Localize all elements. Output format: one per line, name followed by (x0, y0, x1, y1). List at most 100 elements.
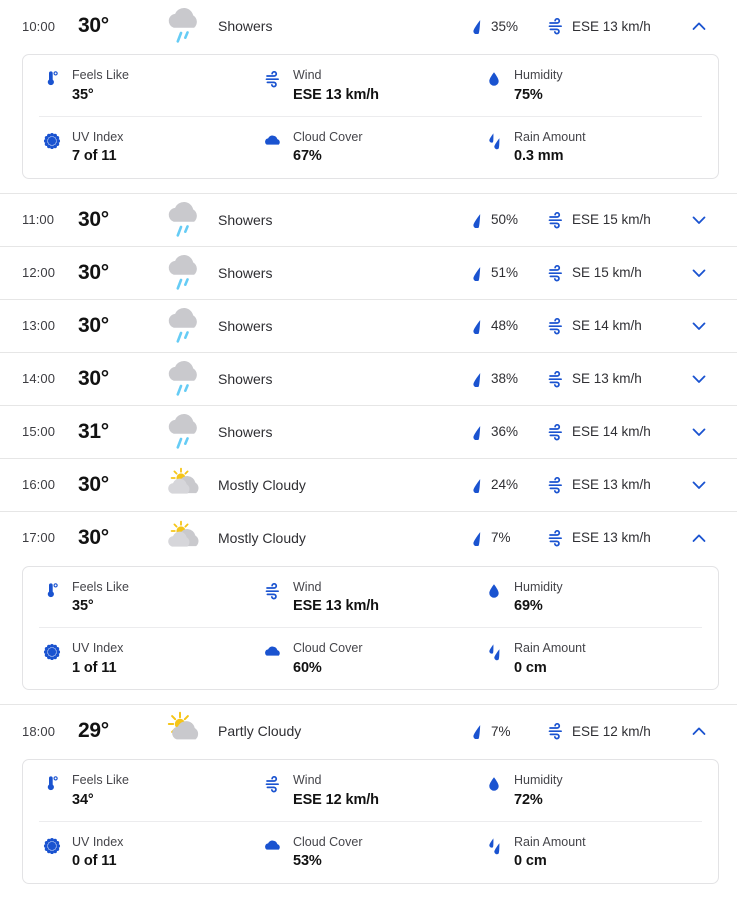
detail-rain-amount-value: 0 cm (514, 659, 547, 676)
collapse-row-button[interactable] (679, 17, 719, 35)
mostly-cloudy-icon (166, 518, 206, 558)
row-wind-value: ESE 12 km/h (572, 723, 651, 739)
wind-icon (547, 722, 565, 740)
hourly-row[interactable]: 14:00 30° Showers 38% SE 13 km/h (0, 352, 737, 405)
row-wind: ESE 14 km/h (547, 423, 679, 441)
hourly-row[interactable]: 16:00 30° Mostly Cloudy 24% ESE 13 km/h (0, 458, 737, 511)
row-condition-label: Showers (218, 317, 273, 334)
row-condition-label: Showers (218, 264, 273, 281)
mostly-cloudy-icon (166, 465, 206, 505)
row-precipitation: 38% (469, 371, 547, 387)
hourly-row[interactable]: 11:00 30° Showers 50% ESE 15 km/h (0, 193, 737, 246)
detail-rain-amount: Rain Amount 0 cm (481, 835, 702, 871)
hourly-row[interactable]: 10:00 30° Showers 35% ESE 13 km/h (0, 0, 737, 52)
hourly-row[interactable]: 18:00 29° Partly Cloudy 7% ESE 12 km/h (0, 705, 737, 757)
detail-humidity-value: 72% (514, 791, 543, 808)
chevron-down-icon (690, 317, 708, 335)
detail-row: Feels Like 34° Wind ESE 12 km/h Humidity 72% (39, 760, 702, 821)
row-wind-value: ESE 14 km/h (572, 424, 651, 439)
showers-icon (166, 359, 206, 399)
detail-feels-like-label: Feels Like (72, 68, 129, 82)
row-condition: Showers (152, 412, 469, 452)
detail-uv-index: UV Index 7 of 11 (39, 130, 260, 166)
partly-cloudy-icon (166, 711, 206, 751)
detail-humidity: Humidity 69% (481, 580, 702, 616)
chevron-down-icon (690, 211, 708, 229)
row-wind-value: SE 14 km/h (572, 318, 642, 333)
row-wind-value: SE 13 km/h (572, 371, 642, 386)
chevron-up-icon (690, 529, 708, 547)
detail-cloud-cover: Cloud Cover 53% (260, 835, 481, 871)
detail-cloud-cover-label: Cloud Cover (293, 129, 363, 144)
expand-row-button[interactable] (679, 370, 719, 388)
row-precipitation: 35% (469, 18, 547, 34)
row-precipitation: 24% (469, 477, 547, 493)
hourly-detail-card: Feels Like 35° Wind ESE 13 km/h Humidity 69% U… (22, 565, 719, 690)
detail-rain-amount-value: 0.3 mm (514, 148, 564, 165)
row-temperature: 30° (78, 472, 109, 496)
detail-wind-label: Wind (293, 579, 322, 594)
wind-icon (547, 476, 565, 494)
row-wind-value: ESE 13 km/h (572, 477, 651, 492)
row-condition: Partly Cloudy (152, 711, 469, 751)
detail-cloud-cover-label: Cloud Cover (293, 834, 363, 849)
collapse-row-button[interactable] (679, 529, 719, 547)
row-precipitation: 50% (469, 212, 547, 228)
hourly-forecast-list: 10:00 30° Showers 35% ESE 13 km/h Feels Like 3… (0, 0, 737, 898)
collapse-row-button[interactable] (679, 722, 719, 740)
row-wind: ESE 13 km/h (547, 17, 679, 35)
row-wind: SE 14 km/h (547, 317, 679, 335)
showers-icon (166, 200, 206, 240)
detail-wind-label: Wind (293, 773, 322, 787)
row-precipitation-value: 35% (491, 18, 519, 34)
hourly-row[interactable]: 15:00 31° Showers 36% ESE 14 km/h (0, 405, 737, 458)
raindrop-icon (469, 723, 485, 739)
row-condition: Showers (152, 253, 469, 293)
detail-wind-value: ESE 13 km/h (293, 86, 379, 103)
cloud-icon (264, 643, 282, 661)
expand-row-button[interactable] (679, 423, 719, 441)
expand-row-button[interactable] (679, 476, 719, 494)
raindrop-icon (469, 477, 485, 493)
detail-rain-amount-label: Rain Amount (514, 641, 586, 656)
hourly-row[interactable]: 12:00 30° Showers 51% SE 15 km/h (0, 246, 737, 299)
detail-humidity: Humidity 72% (481, 773, 702, 809)
row-precipitation-value: 7% (491, 530, 511, 545)
detail-feels-like: Feels Like 35° (39, 68, 260, 104)
row-temperature: 30° (78, 525, 109, 549)
raindrop-icon (469, 424, 485, 440)
expand-row-button[interactable] (679, 264, 719, 282)
sun-icon (43, 643, 61, 661)
expand-row-button[interactable] (679, 211, 719, 229)
hourly-detail-card: Feels Like 34° Wind ESE 12 km/h Humidity 72% U… (22, 759, 719, 884)
row-condition-label: Showers (218, 211, 273, 228)
expand-row-button[interactable] (679, 317, 719, 335)
row-time: 14:00 (22, 371, 56, 386)
showers-icon (166, 253, 206, 293)
detail-row: UV Index 0 of 11 Cloud Cover 53% Rain Amount… (39, 820, 702, 883)
row-wind: SE 13 km/h (547, 370, 679, 388)
chevron-down-icon (690, 370, 708, 388)
chevron-down-icon (690, 264, 708, 282)
row-precipitation-value: 48% (491, 318, 519, 333)
sun-icon (43, 132, 61, 150)
detail-row: UV Index 7 of 11 Cloud Cover 67% Rain Amount… (39, 115, 702, 178)
row-condition: Mostly Cloudy (152, 518, 469, 558)
row-wind: ESE 12 km/h (547, 722, 679, 740)
detail-wind-label: Wind (293, 68, 322, 82)
row-condition-label: Partly Cloudy (218, 723, 302, 739)
row-precipitation-value: 38% (491, 371, 519, 386)
detail-uv-index-label: UV Index (72, 129, 124, 144)
row-precipitation: 51% (469, 265, 547, 281)
detail-cloud-cover-label: Cloud Cover (293, 641, 363, 656)
row-temperature: 31° (78, 419, 109, 443)
detail-feels-like-label: Feels Like (72, 773, 129, 787)
hourly-row[interactable]: 13:00 30° Showers 48% SE 14 km/h (0, 299, 737, 352)
hourly-row[interactable]: 17:00 30° Mostly Cloudy 7% ESE 13 km/h (0, 511, 737, 564)
row-precipitation-value: 50% (491, 212, 519, 227)
wind-icon (264, 775, 282, 793)
raindrop-icon (469, 18, 485, 34)
showers-icon (166, 6, 206, 46)
wind-icon (264, 70, 282, 88)
detail-rain-amount: Rain Amount 0.3 mm (481, 130, 702, 166)
